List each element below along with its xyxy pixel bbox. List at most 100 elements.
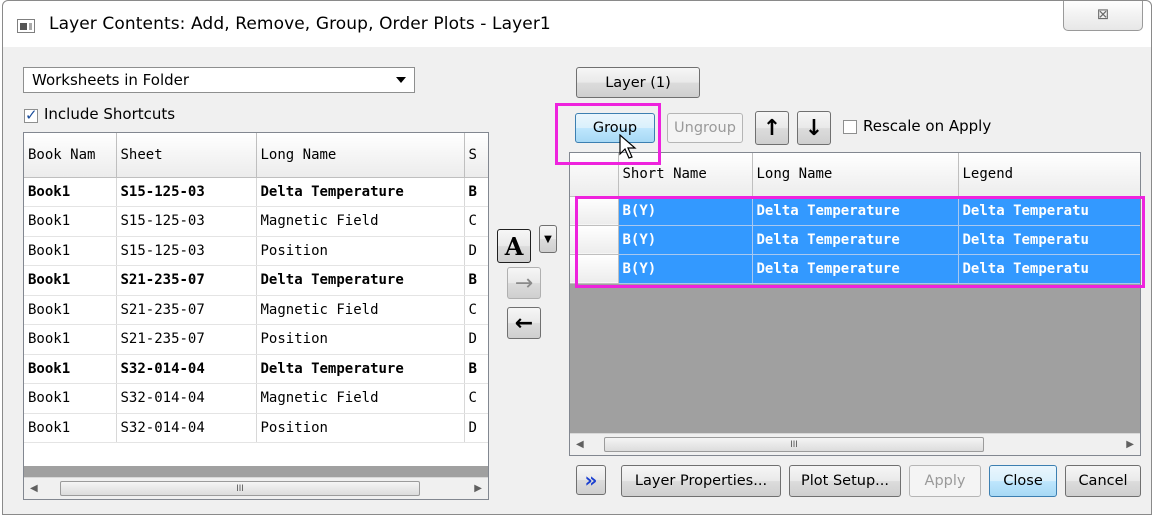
move-up-button[interactable]: ↑ bbox=[755, 111, 789, 145]
cell-sheet: S21-235-07 bbox=[116, 324, 257, 355]
close-button[interactable]: Close bbox=[989, 465, 1057, 497]
table-row[interactable]: B(Y) Delta Temperature Delta Temperatu bbox=[570, 225, 1140, 255]
scroll-left-icon[interactable]: ◀ bbox=[30, 483, 38, 494]
plot-setup-button[interactable]: Plot Setup... bbox=[789, 465, 901, 497]
table-row[interactable]: B(Y) Delta Temperature Delta Temperatu bbox=[570, 196, 1140, 226]
cell-s: C bbox=[464, 295, 488, 325]
font-button[interactable]: A bbox=[497, 229, 531, 263]
left-scroll-thumb[interactable]: III bbox=[60, 481, 420, 496]
cell-sheet: S32-014-04 bbox=[116, 383, 257, 414]
chevron-down-icon[interactable] bbox=[396, 77, 406, 83]
font-dropdown-button[interactable]: ▼ bbox=[539, 225, 557, 253]
layer-plot-list[interactable]: Short Name Long Name Legend B(Y) Delta Te… bbox=[569, 152, 1141, 456]
cell-book: Book1 bbox=[24, 354, 117, 384]
table-row[interactable]: Book1 S15-125-03 Magnetic Field C bbox=[24, 206, 488, 237]
remove-plot-button[interactable]: ← bbox=[507, 307, 541, 339]
source-combo[interactable]: Worksheets in Folder bbox=[23, 67, 415, 93]
rescale-on-apply-checkbox[interactable] bbox=[843, 120, 857, 134]
cell-book: Book1 bbox=[24, 206, 117, 237]
cancel-button[interactable]: Cancel bbox=[1065, 465, 1141, 497]
table-row[interactable]: Book1 S15-125-03 Position D bbox=[24, 236, 488, 266]
group-button[interactable]: Group bbox=[575, 113, 655, 143]
cell-short-name: B(Y) bbox=[618, 225, 753, 255]
include-shortcuts-label: Include Shortcuts bbox=[44, 105, 176, 123]
cell-long-name: Delta Temperature bbox=[752, 196, 959, 226]
cell-short-name: B(Y) bbox=[618, 254, 753, 284]
column-header-s[interactable]: S bbox=[464, 133, 488, 178]
layer-button[interactable]: Layer (1) bbox=[576, 67, 700, 98]
cell-long-name: Delta Temperature bbox=[256, 354, 465, 384]
right-scroll-thumb[interactable]: III bbox=[604, 437, 984, 452]
worksheet-list[interactable]: Book Nam Sheet Long Name S Book1 S15-125-… bbox=[23, 132, 489, 500]
cell-s: D bbox=[464, 413, 488, 443]
cell-s: D bbox=[464, 324, 488, 355]
cell-long-name: Magnetic Field bbox=[256, 383, 465, 414]
table-row[interactable]: Book1 S32-014-04 Magnetic Field C bbox=[24, 383, 488, 414]
row-header[interactable] bbox=[570, 254, 619, 284]
cell-s: B bbox=[464, 354, 488, 384]
cell-book: Book1 bbox=[24, 383, 117, 414]
add-plot-button[interactable]: → bbox=[507, 267, 541, 299]
cell-sheet: S15-125-03 bbox=[116, 236, 257, 266]
column-header-legend[interactable]: Legend bbox=[958, 153, 1140, 197]
mouse-cursor-icon bbox=[619, 134, 637, 159]
apply-button[interactable]: Apply bbox=[909, 465, 981, 497]
cell-book: Book1 bbox=[24, 295, 117, 325]
move-down-button[interactable]: ↓ bbox=[797, 111, 831, 145]
cell-long-name: Magnetic Field bbox=[256, 206, 465, 237]
source-combo-value: Worksheets in Folder bbox=[32, 71, 190, 89]
table-row[interactable]: Book1 S21-235-07 Position D bbox=[24, 324, 488, 355]
cell-legend: Delta Temperatu bbox=[958, 225, 1140, 255]
ungroup-button[interactable]: Ungroup bbox=[667, 113, 743, 143]
window-title: Layer Contents: Add, Remove, Group, Orde… bbox=[49, 14, 551, 34]
cell-sheet: S32-014-04 bbox=[116, 413, 257, 443]
expand-button[interactable]: » bbox=[576, 465, 606, 495]
row-header[interactable] bbox=[570, 225, 619, 255]
cell-book: Book1 bbox=[24, 324, 117, 355]
include-shortcuts-checkbox[interactable] bbox=[24, 106, 38, 124]
app-icon bbox=[17, 19, 35, 33]
scroll-right-icon[interactable]: ▶ bbox=[1126, 439, 1134, 450]
cell-long-name: Position bbox=[256, 324, 465, 355]
cell-s: B bbox=[464, 177, 488, 207]
cell-long-name: Delta Temperature bbox=[752, 254, 959, 284]
table-row[interactable]: Book1 S15-125-03 Delta Temperature B bbox=[24, 177, 488, 207]
cell-short-name: B(Y) bbox=[618, 196, 753, 226]
cell-s: D bbox=[464, 236, 488, 266]
table-row[interactable]: Book1 S21-235-07 Delta Temperature B bbox=[24, 265, 488, 296]
table-row[interactable]: Book1 S32-014-04 Position D bbox=[24, 413, 488, 443]
table-row[interactable]: Book1 S32-014-04 Delta Temperature B bbox=[24, 354, 488, 384]
cell-long-name: Delta Temperature bbox=[256, 265, 465, 296]
layer-properties-button[interactable]: Layer Properties... bbox=[621, 465, 781, 497]
cell-sheet: S15-125-03 bbox=[116, 206, 257, 237]
right-horizontal-scrollbar[interactable]: ◀ III ▶ bbox=[570, 433, 1140, 455]
chevron-down-icon: ▼ bbox=[544, 233, 552, 245]
cell-book: Book1 bbox=[24, 413, 117, 443]
cell-sheet: S32-014-04 bbox=[116, 354, 257, 384]
cell-legend: Delta Temperatu bbox=[958, 196, 1140, 226]
column-header-sheet[interactable]: Sheet bbox=[116, 133, 257, 178]
column-header-long-name[interactable]: Long Name bbox=[256, 133, 465, 178]
column-header-plot-long-name[interactable]: Long Name bbox=[752, 153, 959, 197]
left-horizontal-scrollbar[interactable]: ◀ III ▶ bbox=[24, 477, 488, 499]
title-bar: Layer Contents: Add, Remove, Group, Orde… bbox=[3, 1, 1151, 47]
cell-s: C bbox=[464, 383, 488, 414]
cell-long-name: Position bbox=[256, 413, 465, 443]
cell-legend: Delta Temperatu bbox=[958, 254, 1140, 284]
cell-sheet: S21-235-07 bbox=[116, 295, 257, 325]
row-header-corner bbox=[570, 153, 619, 197]
scroll-left-icon[interactable]: ◀ bbox=[576, 439, 584, 450]
cell-book: Book1 bbox=[24, 177, 117, 207]
table-row[interactable]: Book1 S21-235-07 Magnetic Field C bbox=[24, 295, 488, 325]
layer-contents-dialog: Layer Contents: Add, Remove, Group, Orde… bbox=[2, 0, 1152, 515]
table-row[interactable]: B(Y) Delta Temperature Delta Temperatu bbox=[570, 254, 1140, 284]
scroll-right-icon[interactable]: ▶ bbox=[474, 483, 482, 494]
row-header[interactable] bbox=[570, 196, 619, 226]
cell-s: B bbox=[464, 265, 488, 296]
cell-long-name: Position bbox=[256, 236, 465, 266]
close-window-button[interactable]: ⊠ bbox=[1063, 1, 1143, 31]
cell-long-name: Delta Temperature bbox=[752, 225, 959, 255]
list-empty-area bbox=[24, 466, 488, 477]
column-header-book[interactable]: Book Nam bbox=[24, 133, 117, 178]
cell-sheet: S21-235-07 bbox=[116, 265, 257, 296]
